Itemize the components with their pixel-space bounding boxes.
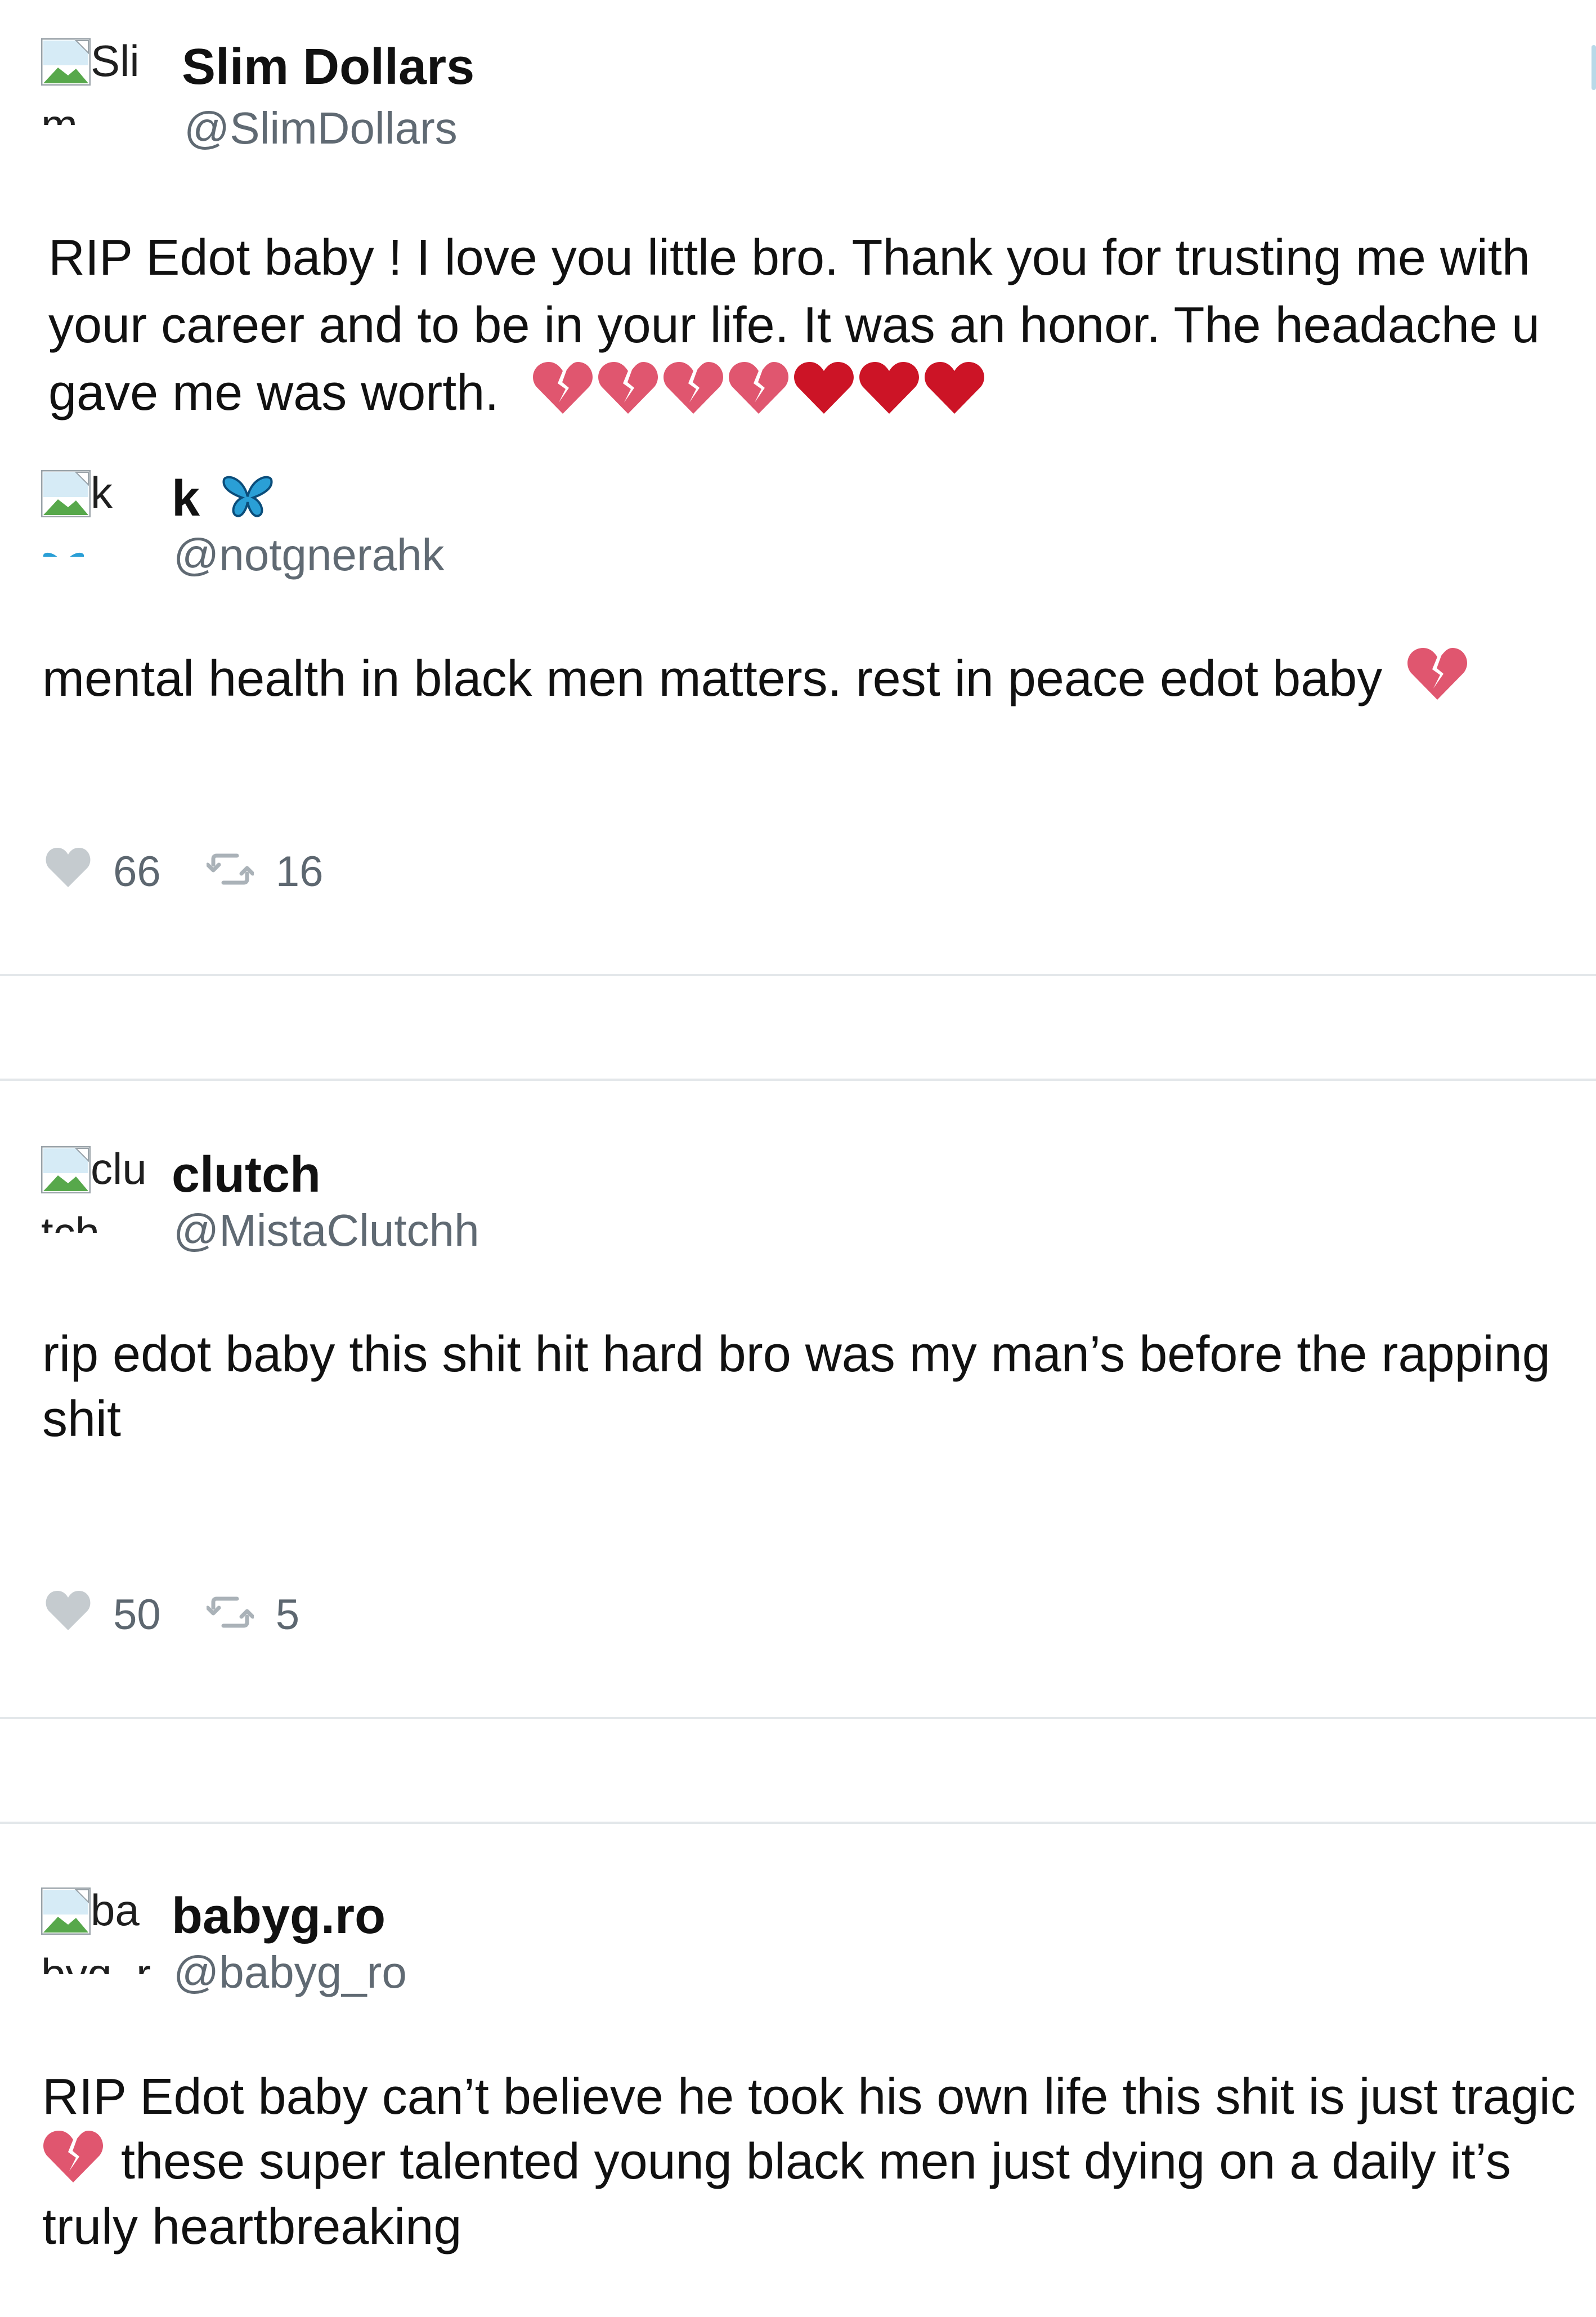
avatar-alt-text: k <box>91 470 113 517</box>
broken-image-icon <box>41 1887 91 1935</box>
tweet-line-with-emojis: gave me was worth. <box>48 359 989 433</box>
broken-image-icon <box>41 470 91 518</box>
avatar-alt-text: ba <box>91 1887 140 1935</box>
tweet-line: mental health in black men matters. rest… <box>42 651 1383 707</box>
retweet-count: 16 <box>275 848 324 896</box>
like-heart-icon[interactable] <box>45 1589 91 1641</box>
tweet-stats: 50 5 <box>45 1587 299 1641</box>
red-heart-icon <box>923 360 985 433</box>
user-handle[interactable]: @babyg_ro <box>173 1947 407 1998</box>
tweet-line: truly heartbreaking <box>42 2199 462 2255</box>
butterfly-icon <box>222 473 274 531</box>
tweet-card-notgnerahk: k k @notgnerahk mental health in black m… <box>0 450 1596 979</box>
avatar-alt-text-line2: m <box>41 102 159 125</box>
broken-heart-icon <box>1406 646 1468 719</box>
red-heart-icon <box>793 360 855 433</box>
avatar[interactable]: Sli m <box>41 38 159 140</box>
avatar[interactable]: ba byg_r <box>41 1887 159 1989</box>
like-count: 66 <box>113 848 161 896</box>
tweet-line: RIP Edot baby can’t believe he took his … <box>42 2069 1576 2125</box>
broken-image-icon <box>41 1146 91 1194</box>
tweet-line: RIP Edot baby ! I love you little bro. T… <box>48 230 1530 286</box>
tweet-line-with-emojis: mental health in black men matters. rest… <box>42 645 1472 719</box>
broken-heart-icon <box>728 360 790 433</box>
display-name[interactable]: babyg.ro <box>172 1887 385 1945</box>
like-heart-icon[interactable] <box>45 846 91 898</box>
avatar[interactable]: k <box>41 470 159 571</box>
avatar-alt-text: Sli <box>91 38 140 86</box>
broken-heart-icon <box>42 2128 104 2202</box>
avatar-alt-text-line2: byg_r <box>41 1952 159 1974</box>
tweet-line: these super talented young black men jus… <box>121 2133 1511 2190</box>
tweet-card-babyg-ro: ba byg_r babyg.ro @babyg_ro RIP Edot bab… <box>0 1824 1596 2317</box>
scroll-edge-marker <box>1591 45 1596 90</box>
user-handle[interactable]: @SlimDollars <box>184 102 458 154</box>
user-handle[interactable]: @notgnerahk <box>173 529 445 581</box>
tweet-line: your career and to be in your life. It w… <box>48 297 1540 354</box>
tweet-card-mistaclutchh: clu tch clutch @MistaClutchh rip edot ba… <box>0 1081 1596 1717</box>
broken-heart-icon <box>597 360 659 433</box>
broken-heart-icon <box>662 360 724 433</box>
divider <box>0 974 1596 976</box>
display-name[interactable]: Slim Dollars <box>182 38 474 96</box>
tweet-line: shit <box>42 1391 122 1447</box>
display-name[interactable]: clutch <box>172 1146 321 1204</box>
red-heart-icon <box>858 360 920 433</box>
broken-heart-icon <box>532 360 594 433</box>
tweet-line: rip edot baby this shit hit hard bro was… <box>42 1326 1550 1383</box>
retweet-icon[interactable] <box>205 847 255 896</box>
avatar[interactable]: clu tch <box>41 1146 159 1247</box>
avatar-alt-text-line2: tch <box>41 1210 159 1233</box>
user-handle[interactable]: @MistaClutchh <box>173 1205 479 1256</box>
tweet-stats: 66 16 <box>45 844 323 898</box>
tweet-line: gave me was worth. <box>48 365 499 421</box>
butterfly-icon <box>41 534 159 557</box>
like-count: 50 <box>113 1591 161 1639</box>
tweet-card-slimdollars: Sli m Slim Dollars @SlimDollars RIP Edot… <box>0 0 1596 450</box>
avatar-alt-text: clu <box>91 1146 147 1193</box>
display-name-text: k <box>172 471 200 527</box>
retweet-count: 5 <box>275 1591 300 1639</box>
tweet-line-with-emoji: these super talented young black men jus… <box>42 2128 1511 2202</box>
display-name[interactable]: k <box>172 470 274 531</box>
divider <box>0 1717 1596 1719</box>
retweet-icon[interactable] <box>205 1590 255 1639</box>
broken-image-icon <box>41 38 91 86</box>
